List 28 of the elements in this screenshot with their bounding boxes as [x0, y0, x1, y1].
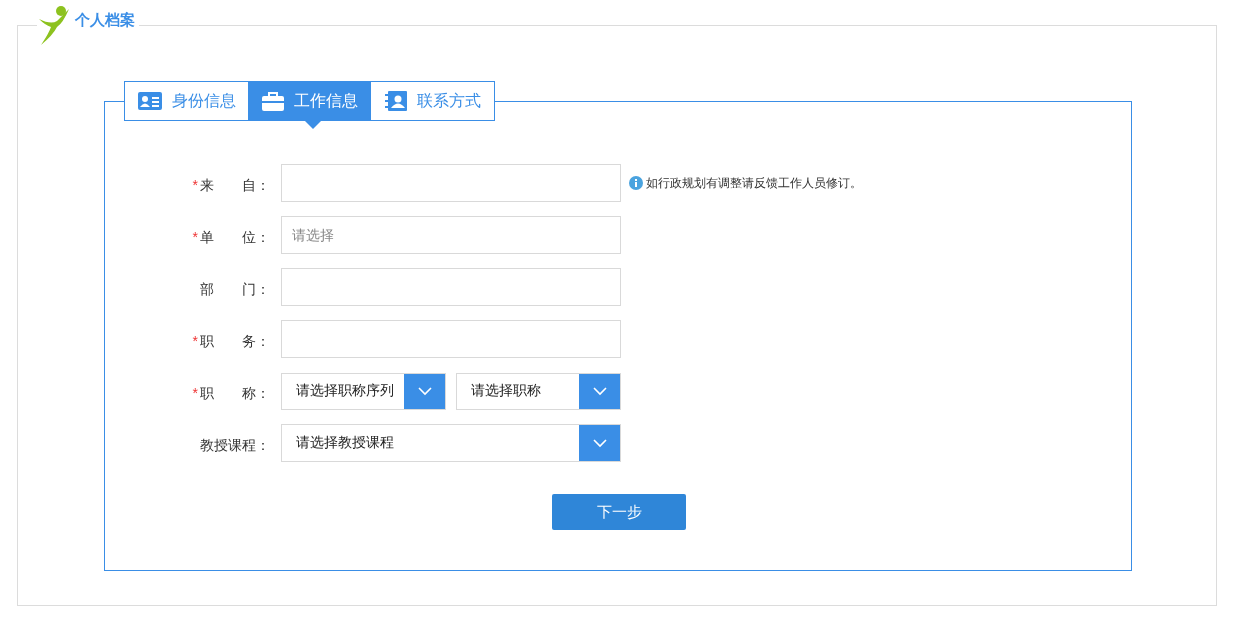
chevron-down-icon	[404, 373, 445, 409]
select-field[interactable]: 请选择职称序列	[281, 372, 446, 410]
contact-book-icon	[384, 91, 407, 111]
field-label: *单 位：	[191, 229, 271, 247]
input-field[interactable]	[281, 164, 621, 202]
required-mark: *	[192, 333, 198, 349]
section-title: 个人档案	[75, 10, 135, 30]
field-label: 教授课程：	[199, 437, 271, 455]
next-button[interactable]: 下一步	[552, 494, 686, 530]
input-field[interactable]	[281, 268, 621, 306]
required-mark: *	[192, 177, 198, 193]
field-label: 部 门：	[199, 281, 271, 299]
required-mark: *	[192, 229, 198, 245]
input-field[interactable]	[281, 320, 621, 358]
select-field[interactable]: 请选择职称	[456, 372, 621, 410]
hint-text: 如行政规划有调整请反馈工作人员修订。	[646, 174, 862, 192]
field-label: *职 务：	[191, 333, 271, 351]
field-label: *来 自：	[191, 177, 271, 195]
field-label: *职 称：	[191, 385, 271, 403]
chevron-down-icon	[579, 373, 620, 409]
briefcase-icon	[261, 91, 284, 111]
required-mark: *	[192, 385, 198, 401]
input-field[interactable]: 请选择	[281, 216, 621, 254]
tab[interactable]: 工作信息	[248, 82, 371, 120]
id-card-icon	[137, 92, 162, 110]
select-field[interactable]: 请选择教授课程	[281, 424, 621, 462]
chevron-down-icon	[579, 425, 620, 461]
info-icon	[629, 176, 643, 190]
